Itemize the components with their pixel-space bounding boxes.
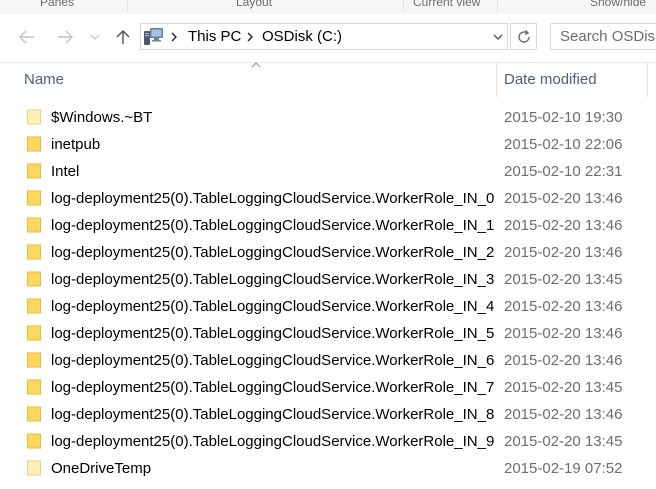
file-date-modified: 2015-02-20 13:45 bbox=[504, 433, 623, 450]
folder-icon bbox=[27, 325, 41, 341]
file-date-modified: 2015-02-20 13:45 bbox=[504, 271, 623, 288]
forward-button[interactable] bbox=[54, 26, 76, 48]
file-date-modified: 2015-02-19 07:52 bbox=[504, 460, 623, 477]
file-name: log-deployment25(0).TableLoggingCloudSer… bbox=[51, 433, 495, 450]
chevron-down-icon bbox=[90, 34, 100, 40]
file-name: log-deployment25(0).TableLoggingCloudSer… bbox=[51, 217, 495, 234]
file-date-modified: 2015-02-20 13:46 bbox=[504, 244, 623, 261]
refresh-button[interactable] bbox=[510, 23, 537, 50]
ribbon-group-show-hide: Show/hide bbox=[590, 0, 647, 9]
file-row[interactable]: log-deployment25(0).TableLoggingCloudSer… bbox=[0, 185, 656, 212]
folder-icon bbox=[27, 109, 41, 125]
ribbon-divider bbox=[127, 0, 128, 13]
file-name: log-deployment25(0).TableLoggingCloudSer… bbox=[51, 244, 495, 261]
file-row[interactable]: log-deployment25(0).TableLoggingCloudSer… bbox=[0, 401, 656, 428]
recent-locations-button[interactable] bbox=[86, 26, 104, 48]
file-row[interactable]: log-deployment25(0).TableLoggingCloudSer… bbox=[0, 212, 656, 239]
breadcrumb-separator-icon bbox=[247, 32, 253, 42]
file-date-modified: 2015-02-10 19:30 bbox=[504, 109, 623, 126]
folder-icon bbox=[27, 379, 41, 395]
file-name: log-deployment25(0).TableLoggingCloudSer… bbox=[51, 379, 495, 396]
computer-icon bbox=[144, 28, 163, 45]
column-header-date-modified[interactable]: Date modified bbox=[504, 71, 597, 88]
folder-icon bbox=[27, 433, 41, 449]
sort-ascending-icon bbox=[251, 62, 261, 68]
file-row[interactable]: log-deployment25(0).TableLoggingCloudSer… bbox=[0, 428, 656, 455]
file-name: $Windows.~BT bbox=[51, 109, 153, 126]
folder-icon bbox=[27, 352, 41, 368]
file-row[interactable]: log-deployment25(0).TableLoggingCloudSer… bbox=[0, 293, 656, 320]
search-placeholder: Search OSDisk bbox=[560, 28, 656, 45]
file-name: log-deployment25(0).TableLoggingCloudSer… bbox=[51, 325, 495, 342]
folder-icon bbox=[27, 163, 41, 179]
back-button[interactable] bbox=[16, 26, 38, 48]
up-button[interactable] bbox=[112, 26, 134, 48]
breadcrumb-separator-icon bbox=[171, 32, 177, 42]
file-name: log-deployment25(0).TableLoggingCloudSer… bbox=[51, 352, 495, 369]
file-name: log-deployment25(0).TableLoggingCloudSer… bbox=[51, 406, 495, 423]
file-date-modified: 2015-02-20 13:46 bbox=[504, 298, 623, 315]
file-name: inetpub bbox=[51, 136, 101, 153]
folder-icon bbox=[27, 136, 41, 152]
ribbon-group-current-view: Current view bbox=[413, 0, 481, 9]
ribbon-group-panes: Panes bbox=[40, 0, 75, 9]
column-divider[interactable] bbox=[496, 63, 497, 97]
folder-icon bbox=[27, 298, 41, 314]
file-row[interactable]: log-deployment25(0).TableLoggingCloudSer… bbox=[0, 239, 656, 266]
file-row[interactable]: log-deployment25(0).TableLoggingCloudSer… bbox=[0, 266, 656, 293]
file-name: log-deployment25(0).TableLoggingCloudSer… bbox=[51, 271, 495, 288]
file-date-modified: 2015-02-20 13:45 bbox=[504, 379, 623, 396]
file-row[interactable]: log-deployment25(0).TableLoggingCloudSer… bbox=[0, 347, 656, 374]
arrow-left-icon bbox=[19, 30, 34, 44]
file-date-modified: 2015-02-10 22:31 bbox=[504, 163, 623, 180]
ribbon-group-labels: Panes Layout Current view Show/hide bbox=[0, 0, 656, 15]
folder-icon bbox=[27, 217, 41, 233]
column-header-name[interactable]: Name bbox=[24, 71, 64, 88]
file-name: log-deployment25(0).TableLoggingCloudSer… bbox=[51, 190, 495, 207]
file-date-modified: 2015-02-20 13:46 bbox=[504, 406, 623, 423]
file-row[interactable]: log-deployment25(0).TableLoggingCloudSer… bbox=[0, 374, 656, 401]
folder-icon bbox=[27, 406, 41, 422]
search-input[interactable]: Search OSDisk bbox=[550, 23, 656, 50]
file-row[interactable]: $Windows.~BT 2015-02-10 19:30 bbox=[0, 104, 656, 131]
folder-icon bbox=[27, 460, 41, 476]
refresh-icon bbox=[517, 29, 530, 43]
file-row[interactable]: Intel 2015-02-10 22:31 bbox=[0, 158, 656, 185]
arrow-right-icon bbox=[58, 30, 73, 44]
navigation-bar: This PC OSDisk (C:) Search OSDisk bbox=[0, 14, 656, 63]
ribbon-divider bbox=[403, 0, 404, 13]
file-name: OneDriveTemp bbox=[51, 460, 152, 477]
file-name: Intel bbox=[51, 163, 80, 180]
file-date-modified: 2015-02-20 13:46 bbox=[504, 190, 623, 207]
folder-icon bbox=[27, 190, 41, 206]
file-date-modified: 2015-02-20 13:46 bbox=[504, 325, 623, 342]
file-date-modified: 2015-02-20 13:46 bbox=[504, 352, 623, 369]
file-list: $Windows.~BT 2015-02-10 19:30 inetpub 2015-… bbox=[0, 104, 656, 482]
breadcrumb-osdisk[interactable]: OSDisk (C:) bbox=[262, 28, 342, 45]
ribbon-divider bbox=[497, 0, 498, 13]
file-row[interactable]: log-deployment25(0).TableLoggingCloudSer… bbox=[0, 320, 656, 347]
file-row[interactable]: inetpub 2015-02-10 22:06 bbox=[0, 131, 656, 158]
file-row[interactable]: OneDriveTemp 2015-02-19 07:52 bbox=[0, 455, 656, 482]
address-bar[interactable]: This PC OSDisk (C:) bbox=[140, 23, 508, 50]
file-date-modified: 2015-02-20 13:46 bbox=[504, 217, 623, 234]
arrow-up-icon bbox=[116, 30, 130, 44]
column-headers: Name Date modified bbox=[0, 62, 656, 97]
column-divider[interactable] bbox=[647, 63, 648, 97]
address-history-chevron-icon[interactable] bbox=[493, 34, 503, 40]
ribbon-group-layout: Layout bbox=[236, 0, 273, 9]
breadcrumb-this-pc[interactable]: This PC bbox=[188, 28, 241, 45]
folder-icon bbox=[27, 244, 41, 260]
file-name: log-deployment25(0).TableLoggingCloudSer… bbox=[51, 298, 495, 315]
file-date-modified: 2015-02-10 22:06 bbox=[504, 136, 623, 153]
folder-icon bbox=[27, 271, 41, 287]
